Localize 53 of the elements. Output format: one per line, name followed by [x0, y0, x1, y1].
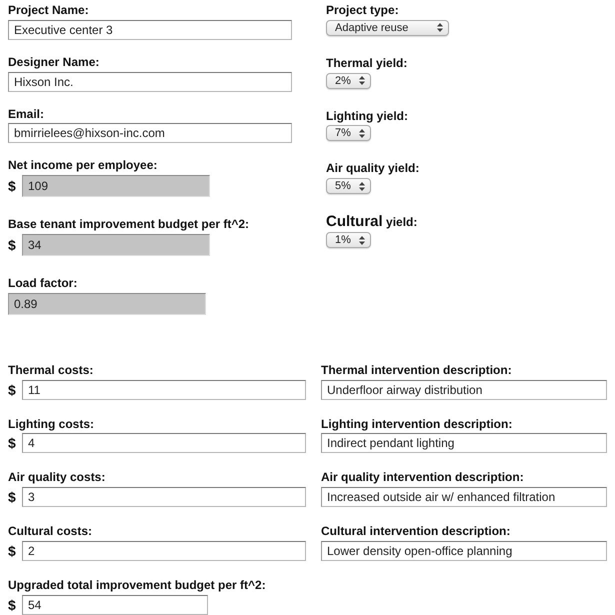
text-field[interactable]: Indirect pendant lighting	[321, 433, 607, 454]
text-field[interactable]: Hixson Inc.	[8, 72, 292, 92]
text-field[interactable]: Increased outside air w/ enhanced filtration	[321, 487, 607, 508]
currency-sign: $	[8, 542, 17, 561]
field-label: Net income per employee:	[8, 158, 158, 172]
field-label: Cultural costs:	[8, 524, 92, 538]
field-label: Air quality yield:	[326, 161, 420, 176]
field-label-emphasis: Cultural	[326, 213, 383, 230]
text-field[interactable]: 0.89	[8, 292, 206, 315]
field-label: Air quality costs:	[8, 470, 106, 484]
field-label: Thermal yield:	[326, 56, 408, 70]
field-label: Load factor:	[8, 276, 78, 290]
field-label: Cultural intervention description:	[321, 524, 510, 538]
field-label: yield:	[386, 215, 418, 230]
text-field[interactable]: 109	[22, 175, 210, 198]
dropdown[interactable]: 2%	[326, 72, 371, 89]
up-down-arrows-icon	[359, 76, 365, 86]
field-label: Lighting costs:	[8, 416, 94, 431]
dropdown[interactable]: Adaptive reuse	[326, 20, 449, 36]
text-field[interactable]: 54	[22, 594, 208, 615]
currency-sign: $	[8, 596, 17, 615]
field-label: Lighting yield:	[326, 108, 408, 123]
field-label: Designer Name:	[8, 54, 100, 69]
field-label: Base tenant improvement budget per ft^2:	[8, 217, 250, 232]
up-down-arrows-icon	[359, 182, 365, 191]
field-label: Email:	[8, 106, 44, 121]
currency-sign: $	[8, 177, 17, 196]
field-label: Project Name:	[8, 3, 89, 17]
text-field[interactable]: Lower density open-office planning	[321, 540, 607, 561]
text-field[interactable]: 34	[22, 234, 210, 256]
currency-sign: $	[8, 488, 17, 508]
text-field[interactable]: Underfloor airway distribution	[321, 380, 607, 400]
currency-sign: $	[8, 380, 17, 400]
currency-sign: $	[8, 434, 17, 454]
text-field[interactable]: Executive center 3	[8, 20, 292, 40]
up-down-arrows-icon	[437, 23, 443, 32]
text-field[interactable]: 11	[22, 380, 306, 400]
up-down-arrows-icon	[359, 236, 365, 245]
field-label: Thermal costs:	[8, 362, 94, 377]
field-label: Air quality intervention description:	[321, 470, 524, 484]
text-field[interactable]: bmirrielees@hixson-inc.com	[8, 123, 292, 144]
dropdown[interactable]: 7%	[326, 125, 371, 142]
text-field[interactable]: 2	[22, 540, 306, 561]
field-label: Thermal intervention description:	[321, 362, 512, 377]
up-down-arrows-icon	[359, 128, 365, 138]
text-field[interactable]: 4	[22, 433, 306, 454]
dropdown[interactable]: 1%	[326, 232, 371, 248]
field-label: Lighting intervention description:	[321, 416, 512, 431]
field-label: Upgraded total improvement budget per ft^2:	[8, 578, 266, 592]
text-field[interactable]: 3	[22, 487, 306, 508]
field-label: Project type:	[326, 3, 399, 17]
dropdown[interactable]: 5%	[326, 178, 371, 194]
currency-sign: $	[8, 236, 17, 255]
